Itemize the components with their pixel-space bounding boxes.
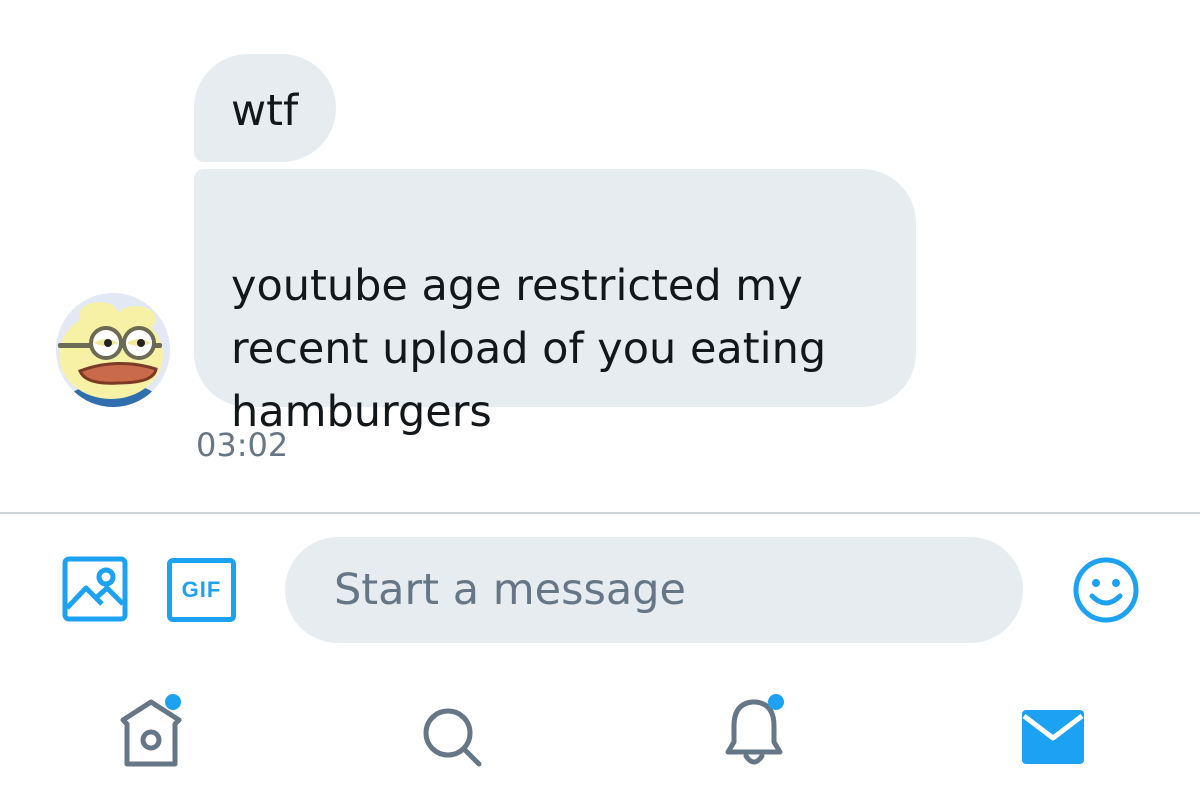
emoji-button[interactable] [1072, 556, 1140, 624]
message-input[interactable]: Start a message [285, 537, 1023, 643]
message-bubble[interactable]: youtube age restricted my recent upload … [194, 169, 916, 437]
add-gif-button[interactable]: GIF [167, 558, 236, 622]
message-timestamp: 03:02 [196, 426, 289, 464]
tab-home[interactable] [117, 690, 187, 770]
message-input-placeholder: Start a message [334, 565, 686, 615]
notification-dot [165, 694, 181, 710]
messages-envelope-icon [1022, 710, 1084, 764]
search-icon [423, 708, 482, 767]
tab-notifications[interactable] [722, 690, 790, 770]
smiley-icon [1073, 557, 1139, 623]
avatar-image [56, 293, 170, 407]
message-thread: wtf youtube age restricted my recent upl… [0, 0, 1200, 512]
add-photo-button[interactable] [62, 556, 128, 622]
gif-icon: GIF [167, 558, 236, 622]
message-text: wtf [231, 86, 299, 136]
image-icon [62, 556, 128, 622]
tab-messages[interactable] [1022, 710, 1084, 764]
message-bubble[interactable]: wtf [194, 54, 337, 162]
message-text: youtube age restricted my recent upload … [231, 261, 827, 437]
tab-search[interactable] [420, 705, 484, 769]
notification-dot [768, 694, 784, 710]
avatar[interactable] [56, 293, 170, 407]
